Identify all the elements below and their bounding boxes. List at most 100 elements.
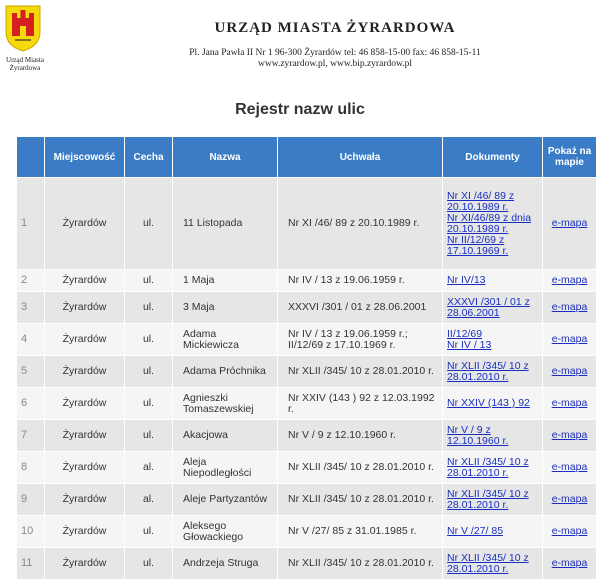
cell-mapa: e-mapa <box>542 177 597 270</box>
row-number: 5 <box>16 355 45 388</box>
document-link[interactable]: Nr XLII /345/ 10 z 28.01.2010 r. <box>447 360 529 383</box>
cell-cecha: ul. <box>124 291 173 324</box>
cell-mapa: e-mapa <box>542 515 597 548</box>
cell-cecha: al. <box>124 483 173 516</box>
document-link[interactable]: Nr XLII /345/ 10 z 28.01.2010 r. <box>447 456 529 479</box>
row-number: 11 <box>16 547 45 580</box>
cell-cecha: ul. <box>124 323 173 356</box>
office-address: Pl. Jana Pawła II Nr 1 96-300 Żyrardów t… <box>189 48 481 58</box>
cell-dokumenty: Nr XXIV (143 ) 92 <box>442 387 543 420</box>
table-row: 11 Żyrardów ul. Andrzeja Struga Nr XLII /345… <box>16 547 597 580</box>
cell-nazwa: Aleje Partyzantów <box>172 483 278 516</box>
document-link[interactable]: Nr IV/13 <box>447 274 486 286</box>
cell-mapa: e-mapa <box>542 483 597 516</box>
column-header-uchwala: Uchwała <box>277 136 443 178</box>
e-mapa-link[interactable]: e-mapa <box>552 429 588 441</box>
office-title: URZĄD MIASTA ŻYRARDOWA <box>214 20 456 36</box>
cell-miejscowosc: Żyrardów <box>44 451 125 484</box>
cell-uchwala: Nr XLII /345/ 10 z 28.01.2010 r. <box>277 451 443 484</box>
cell-miejscowosc: Żyrardów <box>44 291 125 324</box>
cell-dokumenty: Nr XI /46/ 89 z 20.10.1989 r. Nr XI/46/89… <box>442 177 543 270</box>
cell-uchwala: XXXVI /301 / 01 z 28.06.2001 <box>277 291 443 324</box>
table-row: 10 Żyrardów ul. Aleksego Głowackiego Nr V /2… <box>16 515 597 548</box>
column-header-nazwa: Nazwa <box>172 136 278 178</box>
cell-miejscowosc: Żyrardów <box>44 355 125 388</box>
table-row: 4 Żyrardów ul. Adama Mickiewicza Nr IV / 13 … <box>16 323 597 356</box>
page-header: Urząd Miasta Żyrardowa URZĄD MIASTA ŻYRA… <box>0 0 600 90</box>
document-link[interactable]: Nr V / 9 z 12.10.1960 r. <box>447 424 508 447</box>
cell-dokumenty: Nr XLII /345/ 10 z 28.01.2010 r. <box>442 483 543 516</box>
e-mapa-link[interactable]: e-mapa <box>552 217 588 229</box>
document-link[interactable]: XXXVI /301 / 01 z 28.06.2001 <box>447 296 530 319</box>
cell-miejscowosc: Żyrardów <box>44 177 125 270</box>
table-row: 1 Żyrardów ul. 11 Listopada Nr XI /46/ 89 z … <box>16 177 597 270</box>
e-mapa-link[interactable]: e-mapa <box>552 365 588 377</box>
e-mapa-link[interactable]: e-mapa <box>552 274 588 286</box>
document-link[interactable]: Nr II/12/69 z 17.10.1969 r. <box>447 234 508 257</box>
cell-cecha: al. <box>124 451 173 484</box>
cell-nazwa: 1 Maja <box>172 269 278 292</box>
table-row: 3 Żyrardów ul. 3 Maja XXXVI /301 / 01 z 28.0… <box>16 291 597 324</box>
document-link[interactable]: Nr XLII /345/ 10 z 28.01.2010 r. <box>447 488 529 511</box>
e-mapa-link[interactable]: e-mapa <box>552 525 588 537</box>
cell-miejscowosc: Żyrardów <box>44 323 125 356</box>
e-mapa-link[interactable]: e-mapa <box>552 301 588 313</box>
cell-nazwa: Adama Mickiewicza <box>172 323 278 356</box>
cell-nazwa: Andrzeja Struga <box>172 547 278 580</box>
cell-mapa: e-mapa <box>542 269 597 292</box>
cell-miejscowosc: Żyrardów <box>44 483 125 516</box>
cell-cecha: ul. <box>124 177 173 270</box>
cell-miejscowosc: Żyrardów <box>44 269 125 292</box>
cell-cecha: ul. <box>124 547 173 580</box>
cell-mapa: e-mapa <box>542 451 597 484</box>
cell-mapa: e-mapa <box>542 323 597 356</box>
cell-cecha: ul. <box>124 269 173 292</box>
document-link[interactable]: Nr IV / 13 <box>447 339 491 351</box>
cell-uchwala: Nr V / 9 z 12.10.1960 r. <box>277 419 443 452</box>
cell-cecha: ul. <box>124 515 173 548</box>
cell-uchwala: Nr XXIV (143 ) 92 z 12.03.1992 r. <box>277 387 443 420</box>
cell-miejscowosc: Żyrardów <box>44 419 125 452</box>
document-link[interactable]: Nr V /27/ 85 <box>447 525 503 537</box>
e-mapa-link[interactable]: e-mapa <box>552 557 588 569</box>
cell-miejscowosc: Żyrardów <box>44 387 125 420</box>
cell-mapa: e-mapa <box>542 387 597 420</box>
row-number: 9 <box>16 483 45 516</box>
cell-dokumenty: Nr XLII /345/ 10 z 28.01.2010 r. <box>442 355 543 388</box>
cell-dokumenty: Nr XLII /345/ 10 z 28.01.2010 r. <box>442 451 543 484</box>
cell-nazwa: Aleja Niepodległości <box>172 451 278 484</box>
cell-uchwala: Nr XLII /345/ 10 z 28.01.2010 r. <box>277 547 443 580</box>
column-header-dokumenty: Dokumenty <box>442 136 543 178</box>
cell-mapa: e-mapa <box>542 355 597 388</box>
document-link[interactable]: Nr XI /46/ 89 z 20.10.1989 r. <box>447 190 514 213</box>
column-header-miejscowosc: Miejscowość <box>44 136 125 178</box>
document-link[interactable]: Nr XXIV (143 ) 92 <box>447 397 530 409</box>
e-mapa-link[interactable]: e-mapa <box>552 333 588 345</box>
cell-dokumenty: Nr IV/13 <box>442 269 543 292</box>
e-mapa-link[interactable]: e-mapa <box>552 397 588 409</box>
column-header-cecha: Cecha <box>124 136 173 178</box>
row-number: 2 <box>16 269 45 292</box>
cell-cecha: ul. <box>124 419 173 452</box>
cell-nazwa: 11 Listopada <box>172 177 278 270</box>
e-mapa-link[interactable]: e-mapa <box>552 493 588 505</box>
cell-dokumenty: Nr XLII /345/ 10 z 28.01.2010 r. <box>442 547 543 580</box>
office-contact: Pl. Jana Pawła II Nr 1 96-300 Żyrardów t… <box>0 48 600 70</box>
document-link[interactable]: Nr XI/46/89 z dnia 20.10.1989 r. <box>447 212 531 235</box>
row-number: 7 <box>16 419 45 452</box>
cell-nazwa: Adama Próchnika <box>172 355 278 388</box>
cell-dokumenty: Nr V /27/ 85 <box>442 515 543 548</box>
row-number: 8 <box>16 451 45 484</box>
table-row: 8 Żyrardów al. Aleja Niepodległości Nr XLII … <box>16 451 597 484</box>
cell-uchwala: Nr XI /46/ 89 z 20.10.1989 r. <box>277 177 443 270</box>
cell-dokumenty: Nr V / 9 z 12.10.1960 r. <box>442 419 543 452</box>
document-link[interactable]: Nr XLII /345/ 10 z 28.01.2010 r. <box>447 552 529 575</box>
cell-uchwala: Nr IV / 13 z 19.06.1959 r.; II/12/69 z 1… <box>277 323 443 356</box>
table-row: 2 Żyrardów ul. 1 Maja Nr IV / 13 z 19.06.195… <box>16 269 597 292</box>
e-mapa-link[interactable]: e-mapa <box>552 461 588 473</box>
cell-nazwa: 3 Maja <box>172 291 278 324</box>
table-row: 9 Żyrardów al. Aleje Partyzantów Nr XLII /34… <box>16 483 597 516</box>
street-register-table: Miejscowość Cecha Nazwa Uchwała Dokument… <box>16 136 597 580</box>
column-header-mapa: Pokaż na mapie <box>542 136 597 178</box>
table-row: 5 Żyrardów ul. Adama Próchnika Nr XLII /345/… <box>16 355 597 388</box>
